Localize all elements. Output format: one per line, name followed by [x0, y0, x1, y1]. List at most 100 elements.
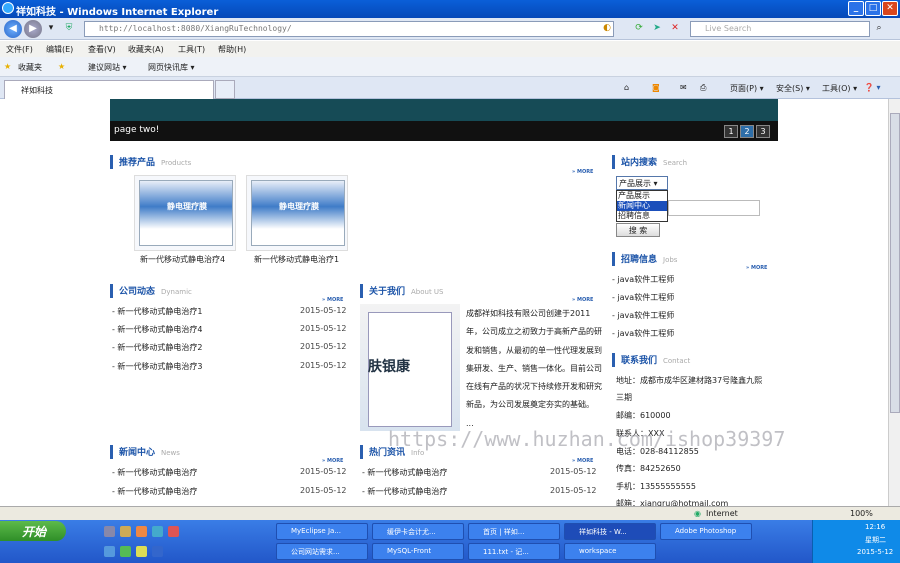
- stop-icon[interactable]: ✕: [668, 21, 682, 36]
- taskbar-window[interactable]: 祥如科技 - W...: [564, 523, 656, 540]
- news-more-link[interactable]: » MORE: [322, 458, 343, 464]
- safety-menu[interactable]: 安全(S) ▾: [776, 83, 810, 94]
- zoom-level[interactable]: 100%: [850, 509, 873, 518]
- list-item[interactable]: - 新一代移动式静电治疗3: [112, 361, 203, 372]
- status-bar: ◉ Internet 100%: [0, 506, 900, 520]
- minimize-button[interactable]: _: [848, 1, 864, 16]
- about-more-link[interactable]: » MORE: [572, 297, 593, 303]
- quicklaunch-icon[interactable]: [104, 526, 115, 537]
- taskbar-window[interactable]: MySQL-Front: [372, 543, 464, 560]
- compat-icon[interactable]: ◐: [600, 21, 614, 36]
- list-item[interactable]: - java软件工程师: [612, 310, 674, 321]
- go-icon[interactable]: ➤: [650, 21, 664, 36]
- hot-more-link[interactable]: » MORE: [572, 458, 593, 464]
- web-slice-link[interactable]: 网页快讯库 ▾: [148, 62, 195, 73]
- favorites-button[interactable]: 收藏夹: [18, 62, 42, 73]
- option-news[interactable]: 新闻中心: [617, 201, 667, 211]
- tab-xiangru[interactable]: 祥如科技: [4, 80, 214, 99]
- list-item[interactable]: - 新一代移动式静电治疗: [112, 486, 197, 497]
- contact-line: 地址：成都市成华区建材路37号隆鑫九熙: [616, 376, 763, 385]
- product-title[interactable]: 新一代移动式静电治疗4: [140, 254, 225, 265]
- clock-date: 2015-5-12: [857, 548, 894, 556]
- products-more-link[interactable]: » MORE: [572, 169, 593, 175]
- taskbar-window[interactable]: MyEclipse Ja...: [276, 523, 368, 540]
- slider-page-1[interactable]: 1: [724, 125, 738, 138]
- search-category-dropdown: 产品展示 新闻中心 招聘信息: [616, 190, 668, 222]
- menu-help[interactable]: 帮助(H): [218, 44, 246, 55]
- product-card[interactable]: 静电理疗膜: [134, 175, 236, 251]
- clock-time[interactable]: 12:16: [865, 523, 885, 531]
- menu-file[interactable]: 文件(F): [6, 44, 33, 55]
- option-products[interactable]: 产品展示: [617, 191, 667, 201]
- quicklaunch-icon[interactable]: [104, 546, 115, 557]
- taskbar-window[interactable]: 首页 | 祥如...: [468, 523, 560, 540]
- product-card[interactable]: 静电理疗膜: [246, 175, 348, 251]
- dropdown-icon[interactable]: ▾: [44, 21, 58, 36]
- mail-icon[interactable]: ✉: [680, 83, 687, 92]
- rss-icon[interactable]: ◙: [652, 83, 660, 92]
- quicklaunch-icon[interactable]: [136, 546, 147, 557]
- new-tab-button[interactable]: [215, 80, 235, 99]
- search-icon[interactable]: ⌕: [872, 21, 886, 36]
- dynamic-more-link[interactable]: » MORE: [322, 297, 343, 303]
- search-category-select[interactable]: 产品展示 ▾: [616, 176, 668, 190]
- menu-tools[interactable]: 工具(T): [178, 44, 205, 55]
- window-title: 祥如科技 - Windows Internet Explorer: [16, 7, 219, 18]
- refresh-icon[interactable]: ⟳: [632, 21, 646, 36]
- forward-icon[interactable]: ▶: [24, 20, 42, 38]
- list-item[interactable]: - 新一代移动式静电治疗: [362, 486, 447, 497]
- list-item[interactable]: - 新一代移动式静电治疗2: [112, 342, 203, 353]
- quicklaunch-icon[interactable]: [168, 526, 179, 537]
- page-menu[interactable]: 页面(P) ▾: [730, 83, 764, 94]
- close-button[interactable]: ✕: [882, 1, 898, 16]
- suggested-sites-link[interactable]: 建议网站 ▾: [88, 62, 127, 73]
- quicklaunch-icon[interactable]: [120, 546, 131, 557]
- print-icon[interactable]: ⎙: [700, 83, 706, 93]
- contact-line: 邮编：610000: [616, 411, 671, 420]
- quicklaunch-icon[interactable]: [136, 526, 147, 537]
- product-image: 静电理疗膜: [139, 180, 233, 246]
- about-heading: 关于我们 About US: [360, 284, 444, 298]
- maximize-button[interactable]: □: [865, 1, 881, 16]
- help-menu[interactable]: ❓ ▾: [864, 83, 881, 92]
- search-input[interactable]: Live Search: [690, 21, 870, 37]
- list-date: 2015-05-12: [300, 361, 347, 370]
- slider-page-3[interactable]: 3: [756, 125, 770, 138]
- vertical-scrollbar[interactable]: [888, 99, 900, 506]
- quicklaunch-icon[interactable]: [120, 526, 131, 537]
- quicklaunch-icon[interactable]: [152, 526, 163, 537]
- start-button[interactable]: 开始: [0, 521, 66, 541]
- list-item[interactable]: - java软件工程师: [612, 328, 674, 339]
- menu-edit[interactable]: 编辑(E): [46, 44, 73, 55]
- dynamic-heading: 公司动态 Dynamic: [110, 284, 192, 298]
- back-icon[interactable]: ◀: [4, 20, 22, 38]
- site-search-input[interactable]: [668, 200, 760, 216]
- site-search-button[interactable]: 搜 索: [616, 223, 660, 237]
- list-item[interactable]: - 新一代移动式静电治疗: [362, 467, 447, 478]
- menu-view[interactable]: 查看(V): [88, 44, 116, 55]
- list-date: 2015-05-12: [300, 306, 347, 315]
- add-favorite-icon[interactable]: ★: [58, 62, 65, 71]
- url-input[interactable]: http://localhost:8080/XiangRuTechnology/: [84, 21, 614, 37]
- menu-favorites[interactable]: 收藏夹(A): [128, 44, 164, 55]
- quicklaunch-icon[interactable]: [152, 546, 163, 557]
- scrollbar-thumb[interactable]: [890, 113, 900, 413]
- tools-menu[interactable]: 工具(O) ▾: [822, 83, 857, 94]
- product-title[interactable]: 新一代移动式静电治疗1: [254, 254, 339, 265]
- list-item[interactable]: - java软件工程师: [612, 274, 674, 285]
- taskbar-window[interactable]: 缓伊卡会计尤...: [372, 523, 464, 540]
- option-jobs[interactable]: 招聘信息: [617, 211, 667, 221]
- taskbar-window[interactable]: Adobe Photoshop: [660, 523, 752, 540]
- about-image: 肤银康: [360, 304, 460, 431]
- taskbar-window[interactable]: 公司网站需求...: [276, 543, 368, 560]
- shield-icon[interactable]: ⛨: [62, 21, 76, 36]
- list-item[interactable]: - 新一代移动式静电治疗: [112, 467, 197, 478]
- slider-page-2[interactable]: 2: [740, 125, 754, 138]
- list-item[interactable]: - 新一代移动式静电治疗4: [112, 324, 203, 335]
- jobs-more-link[interactable]: » MORE: [746, 265, 767, 271]
- taskbar-window[interactable]: 111.txt - 记...: [468, 543, 560, 560]
- list-item[interactable]: - java软件工程师: [612, 292, 674, 303]
- taskbar-window[interactable]: workspace: [564, 543, 656, 560]
- home-icon[interactable]: ⌂: [624, 83, 629, 92]
- list-item[interactable]: - 新一代移动式静电治疗1: [112, 306, 203, 317]
